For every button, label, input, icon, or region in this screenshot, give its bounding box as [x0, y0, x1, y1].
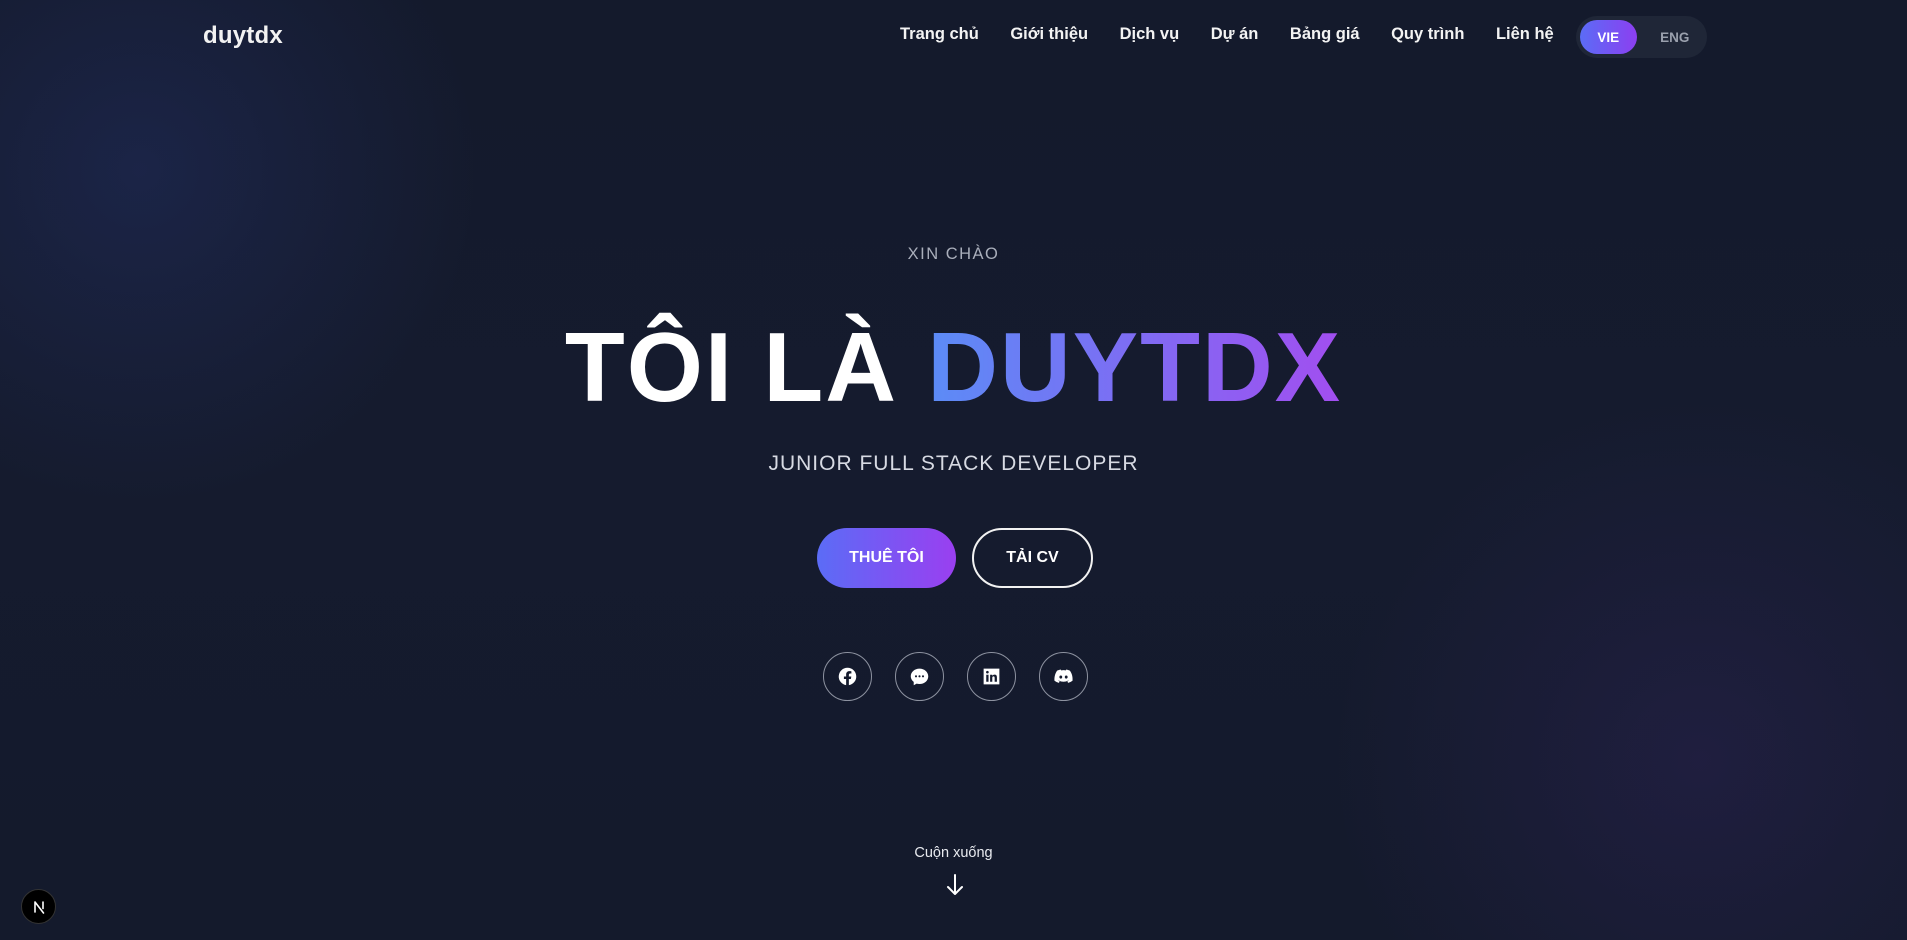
- social-links: [823, 652, 1088, 701]
- nextjs-icon: [33, 900, 44, 914]
- headline-name-highlight: DUYTDX: [927, 312, 1343, 422]
- language-toggle: VIE ENG: [1576, 16, 1707, 58]
- messenger-link[interactable]: [895, 652, 944, 701]
- language-eng-button[interactable]: ENG: [1647, 20, 1704, 54]
- linkedin-icon: [983, 668, 1000, 685]
- scroll-down-label[interactable]: Cuộn xuống: [0, 845, 1907, 861]
- hire-me-button[interactable]: THUÊ TÔI: [817, 528, 956, 588]
- site-logo[interactable]: duytdx: [203, 22, 283, 50]
- discord-icon: [1054, 669, 1073, 683]
- cta-group: THUÊ TÔI TẢI CV: [817, 528, 1093, 588]
- facebook-link[interactable]: [823, 652, 872, 701]
- site-header: duytdx Trang chủ Giới thiệu Dịch vụ Dự á…: [0, 0, 1907, 74]
- hero-greeting: XIN CHÀO: [907, 245, 1000, 263]
- main-nav: Trang chủ Giới thiệu Dịch vụ Dự án Bảng …: [900, 25, 1585, 44]
- messenger-icon: [910, 668, 929, 686]
- language-vie-button[interactable]: VIE: [1580, 20, 1637, 54]
- facebook-icon: [838, 667, 857, 686]
- nav-item-projects[interactable]: Dự án: [1211, 25, 1259, 44]
- headline-plain-text: TÔI LÀ: [564, 312, 899, 422]
- arrow-down-icon[interactable]: [945, 872, 965, 898]
- linkedin-link[interactable]: [967, 652, 1016, 701]
- nav-item-about[interactable]: Giới thiệu: [1010, 25, 1088, 44]
- nav-item-pricing[interactable]: Bảng giá: [1290, 25, 1360, 44]
- nav-item-home[interactable]: Trang chủ: [900, 25, 979, 44]
- discord-link[interactable]: [1039, 652, 1088, 701]
- nav-item-services[interactable]: Dịch vụ: [1120, 25, 1180, 44]
- nav-item-process[interactable]: Quy trình: [1391, 25, 1464, 44]
- nextjs-dev-badge[interactable]: [21, 889, 56, 924]
- hero-headline: TÔI LÀ DUYTDX: [0, 312, 1907, 422]
- hero-role: JUNIOR FULL STACK DEVELOPER: [768, 452, 1139, 475]
- nav-item-contact[interactable]: Liên hệ: [1496, 25, 1554, 44]
- download-cv-button[interactable]: TẢI CV: [972, 528, 1093, 588]
